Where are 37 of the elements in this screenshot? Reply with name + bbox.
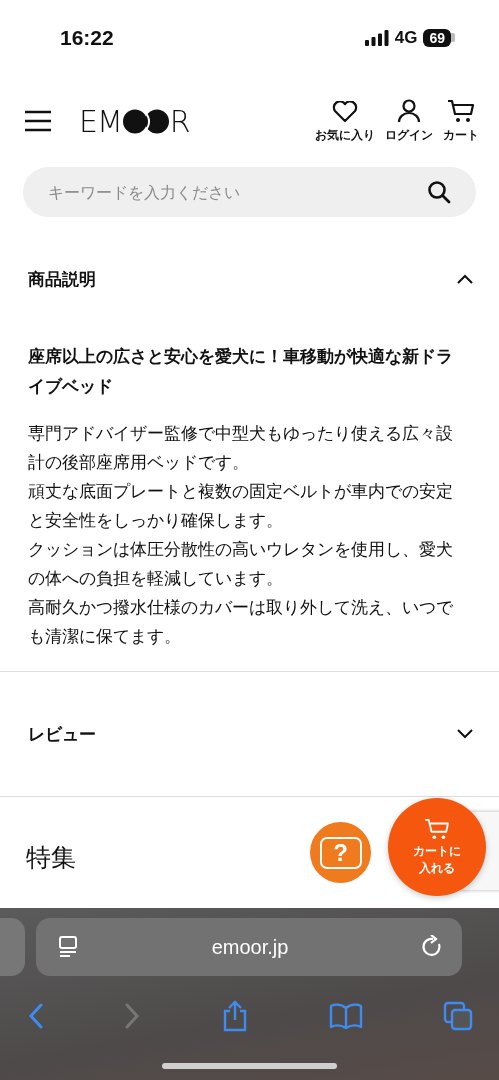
address-bar[interactable]: emoor.jp [36,918,462,976]
user-link[interactable]: ログイン [385,99,433,143]
logo-text: EM [79,103,122,139]
bookmarks-icon[interactable] [328,1003,363,1029]
chevron-down-icon [457,729,473,739]
menu-icon[interactable] [25,110,51,132]
section-title: レビュー [28,722,96,746]
logo-text: R [169,103,190,139]
forward-icon[interactable] [124,1003,141,1029]
description-text: 頑丈な底面プレートと複数の固定ベルトが車内での安定と安全性をしっかり確保します。 [28,480,454,532]
search-field[interactable]: キーワードを入力ください [23,167,476,217]
tab-preview[interactable] [0,918,25,976]
reload-icon[interactable] [422,935,444,959]
heart-link[interactable]: お気に入り [315,101,375,143]
tabs-icon[interactable] [443,1001,473,1031]
chevron-up-icon [457,274,473,284]
cart-icon [447,99,475,123]
battery-indicator: 69 [423,28,451,47]
user-icon [397,99,421,123]
accordion-header[interactable]: 商品説明 [0,217,499,341]
logo-circles-icon [122,108,169,134]
section-heading: 特集 [26,842,76,874]
description-text: クッションは体圧分散性の高いウレタンを使用し、愛犬の体への負担を軽減しています。 [28,538,454,590]
description-text: 高耐久かつ撥水仕様のカバーは取り外して洗え、いつでも清潔に保てます。 [28,596,454,648]
back-icon[interactable] [28,1003,44,1029]
cart-link[interactable]: カート [443,99,479,143]
product-headline: 座席以上の広さと安心を愛犬に！車移動が快適な新ドライブベッド [28,345,454,398]
description-text: 専門アドバイザー監修で中型犬もゆったり使える広々設計の後部座席用ベッドです。 [28,422,454,474]
accordion-header[interactable]: レビュー [0,672,499,796]
heart-icon [332,101,358,123]
section-title: 商品説明 [28,267,96,291]
network-label: 4G [394,27,418,48]
signal-icon [364,29,389,46]
reader-icon[interactable] [58,936,78,958]
search-icon[interactable] [427,180,451,204]
status-time: 16:22 [60,25,114,50]
cart-icon [424,817,450,840]
